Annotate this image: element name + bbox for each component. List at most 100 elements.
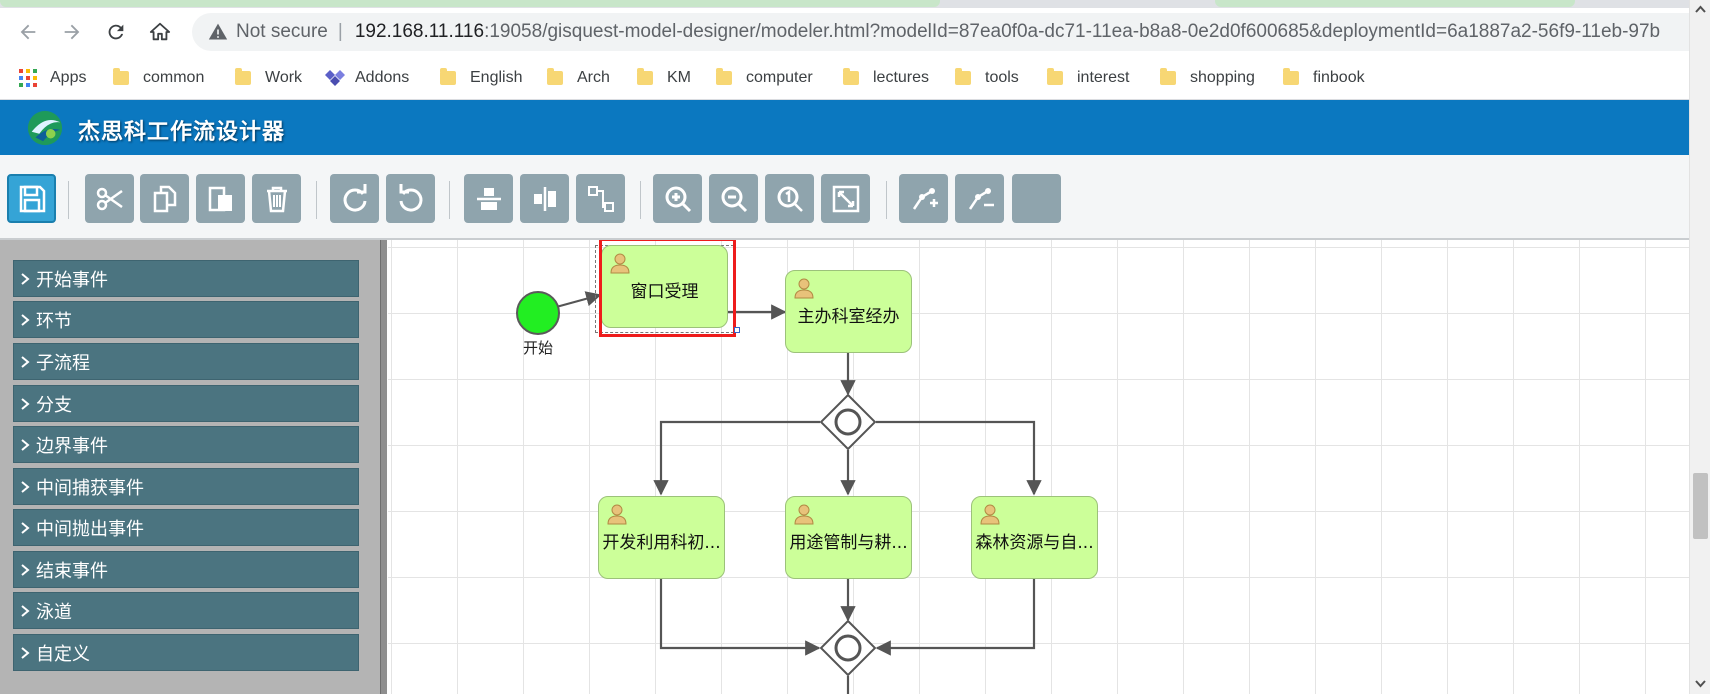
remove-waypoint-button[interactable]: [955, 174, 1004, 223]
palette-item-boundary-event[interactable]: 边界事件: [13, 426, 359, 463]
bookmark-work[interactable]: Work: [235, 67, 302, 89]
bookmark-addons[interactable]: Addons: [325, 67, 409, 89]
chevron-right-icon: [21, 563, 30, 576]
bookmark-label: Arch: [577, 69, 610, 86]
reload-icon[interactable]: [102, 18, 130, 46]
chevron-right-icon: [21, 521, 30, 534]
bookmarks-bar: Apps common Work Addons English Arch KM …: [0, 56, 1710, 100]
palette-item-task[interactable]: 环节: [13, 301, 359, 338]
palette-splitter[interactable]: [380, 240, 387, 694]
browser-tab[interactable]: [0, 0, 940, 7]
bookmark-label: lectures: [873, 69, 930, 86]
copy-button[interactable]: [140, 174, 189, 223]
folder-icon: [1160, 68, 1176, 85]
chevron-right-icon: [21, 604, 30, 617]
chevron-right-icon: [21, 438, 30, 451]
bookmark-english[interactable]: English: [440, 67, 522, 89]
addons-icon: [325, 70, 345, 86]
folder-icon: [113, 68, 129, 85]
palette-item-label: 中间捕获事件: [36, 477, 144, 499]
page-scrollbar[interactable]: [1689, 0, 1710, 694]
task-label: 开发利用科初...: [602, 533, 721, 553]
add-waypoint-button[interactable]: [899, 174, 948, 223]
palette-item-start-event[interactable]: 开始事件: [13, 260, 359, 297]
back-icon[interactable]: [14, 18, 42, 46]
bookmark-interest[interactable]: interest: [1047, 67, 1129, 89]
chevron-right-icon: [21, 355, 30, 368]
home-icon[interactable]: [146, 18, 174, 46]
scroll-up-icon[interactable]: [1695, 4, 1706, 15]
zoom-out-button[interactable]: [709, 174, 758, 223]
palette-item-intermediate-throw[interactable]: 中间抛出事件: [13, 509, 359, 546]
palette-item-swimlane[interactable]: 泳道: [13, 592, 359, 629]
designer-toolbar: [0, 155, 1689, 240]
bookmark-apps[interactable]: Apps: [18, 67, 86, 89]
folder-icon: [716, 68, 732, 85]
bookmark-finbook[interactable]: finbook: [1283, 67, 1365, 89]
app-title: 杰思科工作流设计器: [78, 120, 286, 145]
redo-button[interactable]: [330, 174, 379, 223]
undo-button[interactable]: [386, 174, 435, 223]
palette-item-label: 分支: [36, 394, 72, 416]
zoom-in-button[interactable]: [653, 174, 702, 223]
bookmark-arch[interactable]: Arch: [547, 67, 610, 89]
bookmark-label: Addons: [355, 69, 410, 86]
chevron-right-icon: [21, 480, 30, 493]
delete-button[interactable]: [252, 174, 301, 223]
task-node[interactable]: 森林资源与自...: [971, 496, 1098, 579]
save-icon: [19, 185, 45, 212]
bookmark-label: shopping: [1190, 69, 1255, 86]
task-node[interactable]: 主办科室经办: [785, 270, 912, 353]
palette-item-subprocess[interactable]: 子流程: [13, 343, 359, 380]
url-path: :19058/gisquest-model-designer/modeler.h…: [484, 21, 1661, 42]
parallel-gateway-split[interactable]: [820, 394, 876, 450]
paste-button[interactable]: [196, 174, 245, 223]
zoom-actual-button[interactable]: [765, 174, 814, 223]
palette-item-custom[interactable]: 自定义: [13, 634, 359, 671]
start-event[interactable]: [516, 291, 560, 335]
palette-item-label: 结束事件: [36, 560, 108, 582]
warning-icon[interactable]: [208, 22, 228, 42]
task-node[interactable]: 开发利用科初...: [598, 496, 725, 579]
bookmark-computer[interactable]: computer: [716, 67, 813, 89]
bookmark-label: common: [143, 69, 205, 86]
bookmark-common[interactable]: common: [113, 67, 204, 89]
copy-icon: [153, 185, 176, 212]
browser-tab[interactable]: [1215, 0, 1575, 7]
align-vertical-icon: [476, 187, 501, 210]
url-host: 192.168.11.116: [354, 21, 485, 42]
address-bar[interactable]: Not secure | 192.168.11.116:19058/gisque…: [192, 13, 1710, 51]
align-horizontal-button[interactable]: [520, 174, 569, 223]
palette-item-intermediate-catch[interactable]: 中间捕获事件: [13, 468, 359, 505]
cut-button[interactable]: [85, 174, 134, 223]
save-button[interactable]: [7, 174, 56, 223]
chevron-right-icon: [21, 272, 30, 285]
parallel-gateway-join[interactable]: [820, 620, 876, 676]
toolbar-separator: [449, 181, 450, 219]
add-waypoint-icon: [912, 187, 938, 210]
zoom-fit-button[interactable]: [821, 174, 870, 223]
diagram-canvas[interactable]: 开始 窗口受理 主办科室经办 开发利用科初... 用途管制与耕... 森林资源与…: [388, 240, 1689, 694]
delete-icon: [266, 186, 287, 212]
bookmark-shopping[interactable]: shopping: [1160, 67, 1255, 89]
scroll-down-icon[interactable]: [1695, 678, 1706, 689]
bookmark-km[interactable]: KM: [637, 67, 691, 89]
palette-item-end-event[interactable]: 结束事件: [13, 551, 359, 588]
sequence-flows: [537, 290, 1042, 694]
bend-connector-button[interactable]: [576, 174, 625, 223]
align-vertical-button[interactable]: [464, 174, 513, 223]
palette-item-label: 子流程: [36, 352, 90, 374]
bookmark-lectures[interactable]: lectures: [843, 67, 929, 89]
task-node[interactable]: 用途管制与耕...: [785, 496, 912, 579]
app-logo-icon: [27, 110, 63, 146]
palette-item-gateway[interactable]: 分支: [13, 385, 359, 422]
folder-icon: [955, 68, 971, 85]
bookmark-label: English: [470, 69, 523, 86]
forward-icon[interactable]: [58, 18, 86, 46]
undo-icon: [399, 183, 422, 212]
scrollbar-thumb[interactable]: [1693, 473, 1708, 539]
bookmark-tools[interactable]: tools: [955, 67, 1019, 89]
blank-button[interactable]: [1012, 174, 1061, 223]
resize-handle[interactable]: [734, 327, 740, 333]
task-label: 森林资源与自...: [975, 533, 1094, 553]
